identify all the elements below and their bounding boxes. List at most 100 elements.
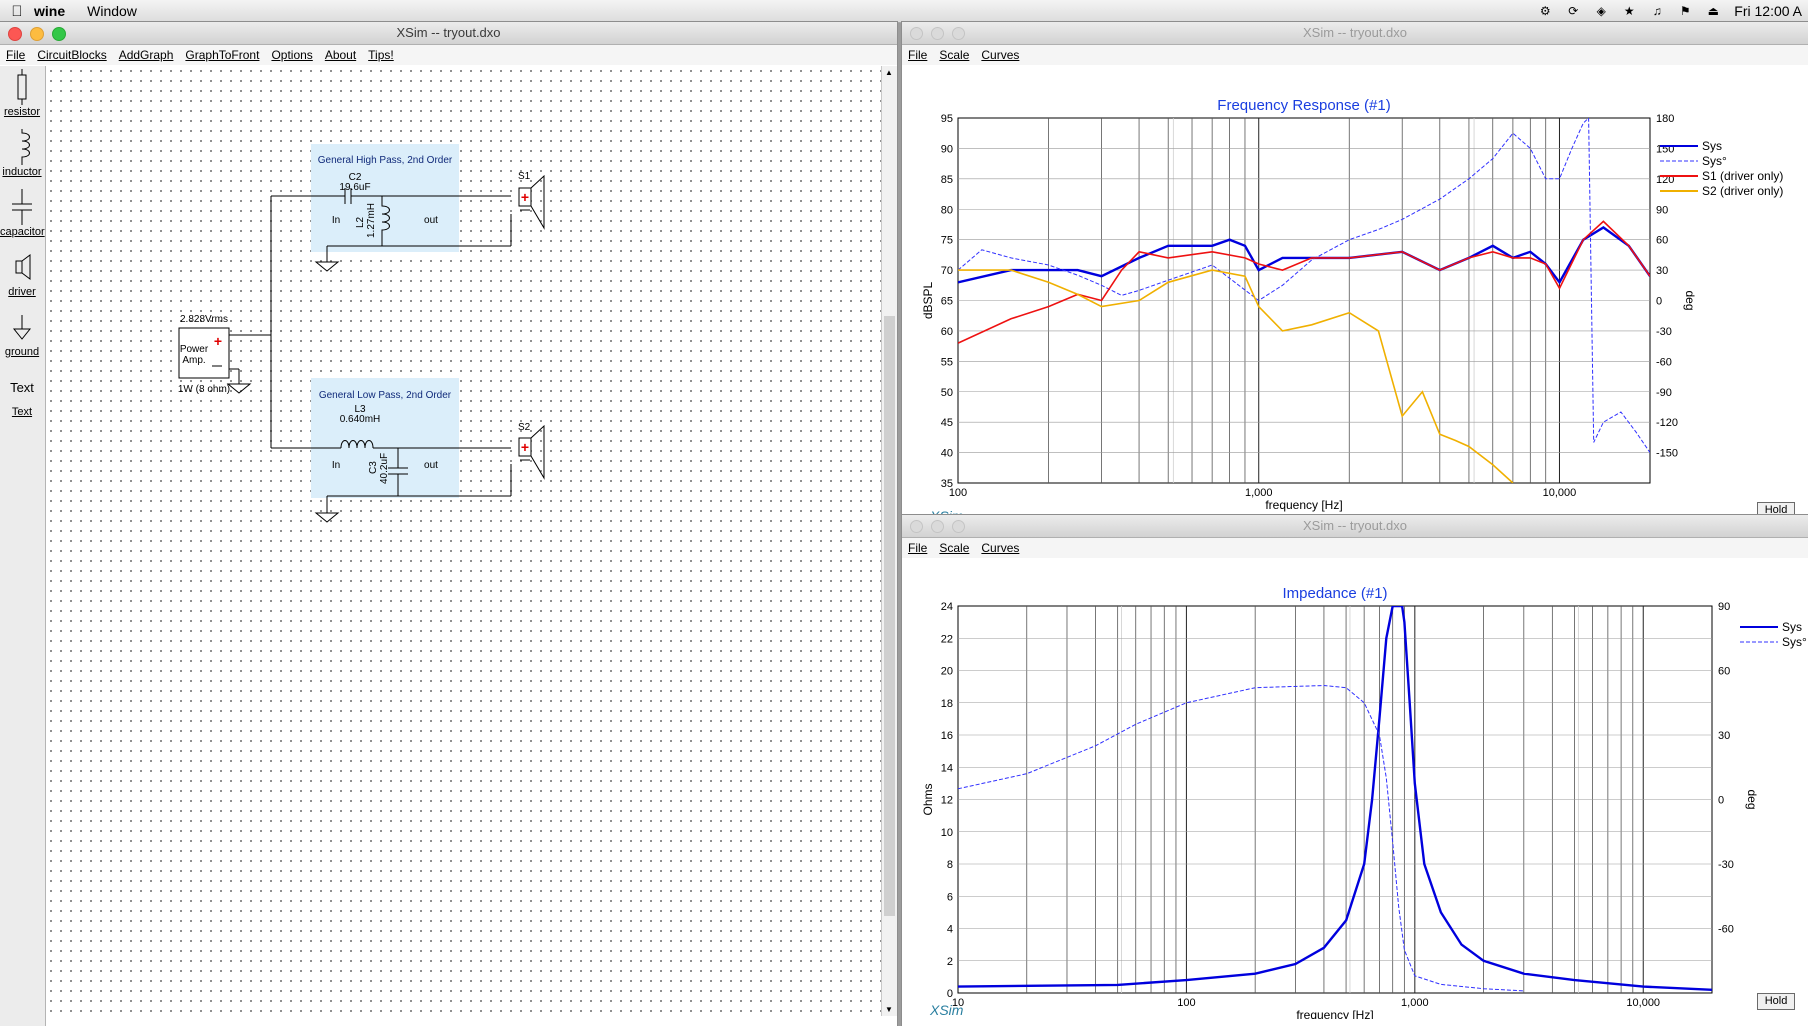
menu-curves[interactable]: Curves — [981, 48, 1019, 62]
chart-title: Frequency Response (#1) — [1217, 97, 1390, 114]
scroll-up-arrow-icon[interactable]: ▲ — [885, 68, 893, 77]
close-button[interactable] — [910, 520, 923, 533]
clock[interactable]: Fri 12:00 A — [1734, 3, 1802, 19]
freq-menubar: File Scale Curves — [902, 45, 1808, 65]
apple-icon[interactable]:  — [0, 3, 34, 20]
impedance-menubar: File Scale Curves — [902, 538, 1808, 558]
schematic-canvas[interactable]: General High Pass, 2nd Order C2 19.6uF I… — [46, 66, 881, 1016]
y-tick-label: 6 — [947, 891, 953, 903]
hold-button[interactable]: Hold — [1757, 993, 1795, 1010]
eject-icon[interactable]: ⏏ — [1706, 4, 1720, 18]
menu-file[interactable]: File — [908, 541, 927, 555]
volume-icon[interactable]: ♫ — [1650, 4, 1664, 18]
menu-scale[interactable]: Scale — [939, 541, 969, 555]
tool-label: capacitor — [0, 226, 45, 238]
y2-tick-label: -150 — [1656, 448, 1678, 460]
capacitor-icon — [12, 189, 32, 225]
x-tick-label: 10,000 — [1543, 487, 1577, 499]
freq-window: XSim -- tryout.dxo File Scale Curves 95 9… — [902, 22, 1808, 522]
wine-glass-icon[interactable]: ⚙ — [1538, 4, 1552, 18]
menu-window[interactable]: Window — [87, 3, 137, 19]
menu-addgraph[interactable]: AddGraph — [119, 48, 174, 62]
tool-resistor[interactable]: resistor — [0, 68, 44, 118]
menu-file[interactable]: File — [908, 48, 927, 62]
menu-options[interactable]: Options — [271, 48, 312, 62]
y2-tick-label: -30 — [1656, 326, 1672, 338]
amp-power: 1W (8 ohm) — [178, 384, 230, 395]
minimize-button[interactable] — [931, 27, 944, 40]
y-tick-label: 20 — [941, 666, 953, 678]
y-tick-label: 70 — [941, 265, 953, 277]
menu-curves[interactable]: Curves — [981, 541, 1019, 555]
menu-circuitblocks[interactable]: CircuitBlocks — [37, 48, 106, 62]
legend-label: S2 (driver only) — [1702, 184, 1783, 198]
tool-ground[interactable]: ground — [0, 308, 44, 358]
menu-scale[interactable]: Scale — [939, 48, 969, 62]
y2-tick-label: -30 — [1718, 859, 1734, 871]
y2-tick-label: 30 — [1656, 265, 1668, 277]
status-area: ⚙ ⟳ ◈ ★ ♫ ⚑ ⏏ Fri 12:00 A — [1538, 3, 1808, 19]
menu-graphtofront[interactable]: GraphToFront — [185, 48, 259, 62]
freq-title: XSim -- tryout.dxo — [1302, 25, 1408, 40]
y-tick-label: 80 — [941, 204, 953, 216]
editor-menubar: File CircuitBlocks AddGraph GraphToFront… — [0, 45, 897, 65]
y2-tick-label: 0 — [1656, 296, 1662, 308]
zoom-button[interactable] — [952, 27, 965, 40]
tool-inductor[interactable]: inductor — [0, 128, 44, 178]
y-tick-label: 12 — [941, 795, 953, 807]
freq-titlebar[interactable]: XSim -- tryout.dxo — [902, 22, 1808, 45]
freq-chart[interactable]: 9590858075706560555045403518015012090603… — [902, 66, 1808, 521]
y2-tick-label: 60 — [1656, 235, 1668, 247]
y-tick-label: 90 — [941, 143, 953, 155]
lowpass-title: General Low Pass, 2nd Order — [319, 390, 452, 401]
scroll-down-arrow-icon[interactable]: ▼ — [885, 1005, 893, 1014]
ground-symbol[interactable] — [314, 261, 340, 272]
y-tick-label: 55 — [941, 356, 953, 368]
impedance-chart[interactable]: 2422201816141210864209060300-30-6010 100 1… — [902, 559, 1808, 1019]
amp-name-2: Amp. — [182, 355, 205, 366]
dropbox-icon[interactable]: ◈ — [1594, 4, 1608, 18]
tool-label: ground — [4, 346, 40, 358]
close-button[interactable] — [8, 27, 22, 41]
y-tick-label: 8 — [947, 859, 953, 871]
y2-tick-label: -60 — [1656, 356, 1672, 368]
y2-axis-label: deg — [1683, 290, 1697, 310]
minimize-button[interactable] — [931, 520, 944, 533]
window-controls — [8, 27, 66, 41]
sync-icon[interactable]: ⟳ — [1566, 4, 1580, 18]
y2-tick-label: -60 — [1718, 924, 1734, 936]
lp-in: In — [332, 460, 340, 471]
y-tick-label: 2 — [947, 956, 953, 968]
schematic-svg: General High Pass, 2nd Order C2 19.6uF I… — [178, 144, 545, 523]
zoom-button[interactable] — [52, 27, 66, 41]
trophy-icon[interactable]: ★ — [1622, 4, 1636, 18]
tool-driver[interactable]: driver — [0, 248, 44, 298]
zoom-button[interactable] — [952, 520, 965, 533]
tool-text[interactable]: Text Text — [0, 368, 44, 419]
menu-file[interactable]: File — [6, 48, 25, 62]
y-tick-label: 22 — [941, 633, 953, 645]
tool-capacitor[interactable]: capacitor — [0, 188, 45, 238]
close-button[interactable] — [910, 27, 923, 40]
legend-label: Sys° — [1702, 154, 1727, 168]
y-tick-label: 14 — [941, 762, 953, 774]
menu-tips[interactable]: Tips! — [368, 48, 394, 62]
driver-icon — [15, 254, 31, 280]
x-tick-label: 100 — [949, 487, 967, 499]
amp-voltage: 2.828Vrms — [180, 314, 228, 325]
menu-about[interactable]: About — [325, 48, 356, 62]
mac-menubar:  wine Window ⚙ ⟳ ◈ ★ ♫ ⚑ ⏏ Fri 12:00 A — [0, 0, 1808, 23]
y-tick-label: 4 — [947, 924, 953, 936]
app-menu-wine[interactable]: wine — [34, 3, 65, 19]
y-tick-label: 18 — [941, 698, 953, 710]
y-tick-label: 40 — [941, 448, 953, 460]
y2-tick-label: 0 — [1718, 795, 1724, 807]
scroll-thumb[interactable] — [884, 316, 895, 916]
impedance-titlebar[interactable]: XSim -- tryout.dxo — [902, 515, 1808, 538]
editor-scrollbar[interactable]: ▲ ▼ — [881, 66, 897, 1016]
y-tick-label: 45 — [941, 417, 953, 429]
y-axis-label: dBSPL — [921, 281, 935, 319]
editor-titlebar[interactable]: XSim -- tryout.dxo — [0, 22, 897, 45]
flag-icon[interactable]: ⚑ — [1678, 4, 1692, 18]
minimize-button[interactable] — [30, 27, 44, 41]
